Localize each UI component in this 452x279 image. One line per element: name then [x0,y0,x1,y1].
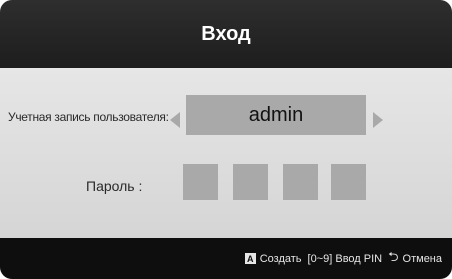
return-icon: ⮌ [388,248,399,264]
cancel-label: Отмена [402,252,442,265]
account-selector[interactable]: admin [186,95,366,135]
dialog-header: Вход [0,0,452,68]
pin-digit-4[interactable] [331,164,366,200]
footer-bar: A Создать [0~9] Ввод PIN ⮌ Отмена [0,238,452,279]
pin-digit-2[interactable] [233,164,268,200]
pin-entry-hint: [0~9] Ввод PIN [307,252,383,265]
cancel-action[interactable]: ⮌ Отмена [388,248,442,270]
account-label: Учетная запись пользователя: [8,110,169,124]
pin-digit-3[interactable] [283,164,318,200]
arrow-right-icon[interactable] [373,112,383,128]
create-label: Создать [259,252,302,265]
login-dialog: Вход Учетная запись пользователя: admin … [0,0,452,279]
dialog-title: Вход [201,22,251,45]
pin-digit-1[interactable] [183,164,218,200]
password-label: Пароль : [86,178,143,194]
a-key-icon: A [244,253,256,264]
create-action[interactable]: A Создать [244,252,302,265]
dialog-body: Учетная запись пользователя: admin Парол… [0,68,452,238]
account-value: admin [248,103,304,126]
arrow-left-icon[interactable] [170,112,180,128]
